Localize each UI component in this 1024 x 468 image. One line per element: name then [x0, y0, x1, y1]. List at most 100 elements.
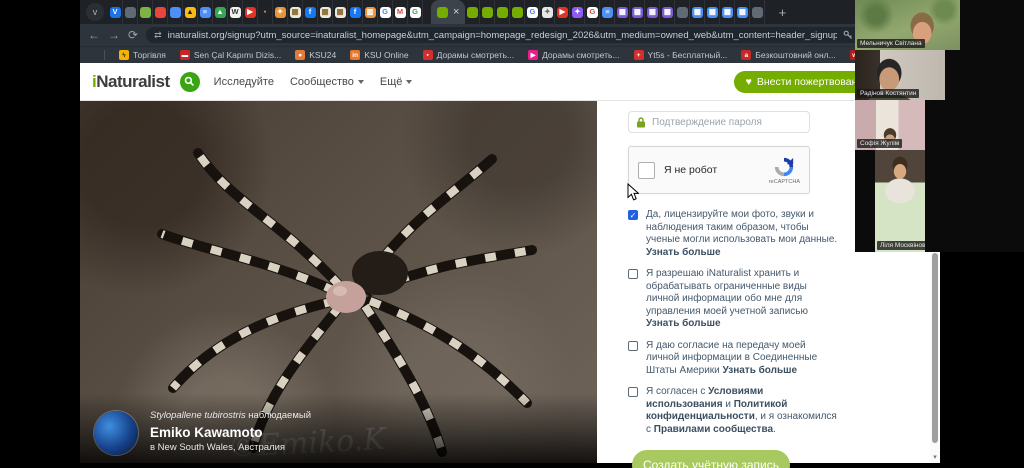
tab-google-docs[interactable]: ≡	[198, 0, 213, 24]
bookmark-torgivlia-icon: ϟ	[119, 50, 129, 60]
bookmark-bezkoshtovnyi-label: Безкоштовний онл...	[755, 50, 835, 60]
tab-google-docs-2[interactable]: ≡	[600, 0, 615, 24]
search-button[interactable]	[180, 72, 200, 92]
bookmark-doramy-2[interactable]: ▶Дорамы смотреть...	[528, 50, 619, 60]
tab-blue-table-4[interactable]: ▦	[735, 0, 750, 24]
bookmark-torgivlia[interactable]: ϟТоргівля	[119, 50, 166, 60]
new-tab-button[interactable]: +	[773, 3, 791, 21]
observer-avatar[interactable]	[94, 411, 138, 455]
participant-video-2[interactable]: Радінов Костянтин	[855, 50, 945, 100]
learn-more-link[interactable]: Узнать больше	[646, 318, 721, 329]
active-tab[interactable]: ×	[431, 0, 465, 24]
tab-globe-3[interactable]	[750, 0, 765, 24]
bookmark-doramy-1-label: Дорамы смотреть...	[437, 50, 514, 60]
heart-icon: ♥	[746, 76, 752, 88]
scrollbar-thumb[interactable]	[932, 253, 938, 443]
scrollbar-down-arrow[interactable]: ▾	[930, 453, 940, 461]
nav-item-0[interactable]: Исследуйте	[214, 76, 274, 88]
tab-youtube-2[interactable]: ▶	[555, 0, 570, 24]
recaptcha-checkbox[interactable]	[638, 162, 655, 179]
consent-checkbox-1[interactable]	[628, 269, 638, 279]
tab-v-service[interactable]: V	[108, 0, 123, 24]
tab-close-icon[interactable]: ×	[453, 7, 459, 18]
tab-blue-table-3[interactable]: ▦	[720, 0, 735, 24]
bookmark-ksu24-icon: ●	[295, 50, 305, 60]
tab-google-4[interactable]: G	[585, 0, 600, 24]
tab-google-3[interactable]: G	[525, 0, 540, 24]
tab-gemini[interactable]: ✦	[570, 0, 585, 24]
learn-more-link[interactable]: Правилами сообщества	[654, 424, 773, 435]
tab-google[interactable]: G	[378, 0, 393, 24]
tab-photos[interactable]	[153, 0, 168, 24]
learn-more-link[interactable]: Узнать больше	[646, 247, 721, 258]
tab-globe-2[interactable]	[675, 0, 690, 24]
passwords-key-icon[interactable]	[843, 30, 853, 40]
tab-inat-bird-2[interactable]	[480, 0, 495, 24]
tab-pinwheel[interactable]: ✦	[273, 0, 288, 24]
tab-purple-grid-2[interactable]: ▦	[630, 0, 645, 24]
consent-checkbox-3[interactable]	[628, 387, 638, 397]
bookmark-bezkoshtovnyi[interactable]: aБезкоштовний онл...	[741, 50, 835, 60]
learn-more-link[interactable]: Узнать больше	[723, 365, 798, 376]
tab-google-drive[interactable]: ▲	[183, 0, 198, 24]
tab-gmail[interactable]: M	[393, 0, 408, 24]
consent-checkbox-0[interactable]: ✓	[628, 210, 638, 220]
tab-facebook[interactable]: f	[303, 0, 318, 24]
bookmark-sen-cal-kapimi[interactable]: ▬Sen Çal Kapımı Dizis...	[180, 50, 281, 60]
tab-inat-bird-3[interactable]	[495, 0, 510, 24]
url-text: inaturalist.org/signup?utm_source=inatur…	[168, 30, 837, 41]
password-confirm-field[interactable]	[628, 111, 810, 133]
consent-text-segment: Да, лицензируйте мои фото, звуки и наблю…	[646, 209, 837, 245]
inaturalist-logo[interactable]: iNaturalist	[92, 72, 170, 92]
tab-classroom-2[interactable]: ▦	[318, 0, 333, 24]
consent-checkbox-2[interactable]	[628, 341, 638, 351]
tab-youtube[interactable]: ▶	[243, 0, 258, 24]
observer-name[interactable]: Emiko Kawamoto	[150, 425, 311, 440]
purple-grid-2-favicon-icon: ▦	[632, 7, 643, 18]
bookmark-ksu24[interactable]: ●KSU24	[295, 50, 336, 60]
tab-globe[interactable]	[123, 0, 138, 24]
site-header: iNaturalist ИсследуйтеСообществоЕщё ♥ Вн…	[80, 63, 940, 101]
tab-classroom[interactable]: ▦	[288, 0, 303, 24]
tab-blue-app[interactable]	[168, 0, 183, 24]
tab-inat-bird[interactable]	[465, 0, 480, 24]
tab-blue-table[interactable]: ▦	[690, 0, 705, 24]
address-bar[interactable]: ⇄ inaturalist.org/signup?utm_source=inat…	[146, 27, 876, 43]
tab-overflow-button[interactable]: v	[86, 3, 104, 21]
tab-shop[interactable]: ▥	[363, 0, 378, 24]
recaptcha-logo-icon	[773, 156, 795, 178]
nav-item-2[interactable]: Ещё	[380, 76, 413, 88]
browser-window: v V▲≡▲W▶▪✦▦f▦▦f▥GMG × G✦▶✦G≡▦▦▦▦▦▦▦▦ + ←…	[80, 0, 940, 463]
reload-icon[interactable]: ⟳	[128, 29, 138, 41]
site-info-icon[interactable]: ⇄	[154, 30, 162, 41]
participant-video-1[interactable]: Мельничук Світлана	[855, 0, 960, 50]
tab-purple-grid[interactable]: ▦	[615, 0, 630, 24]
blue-table-4-favicon-icon: ▦	[737, 7, 748, 18]
participant-video-3[interactable]: Софія Жулім	[855, 100, 925, 150]
bookmark-doramy-1[interactable]: ▪Дорамы смотреть...	[423, 50, 514, 60]
tab-cinema[interactable]: ▪	[258, 0, 273, 24]
species-name[interactable]: Stylopallene tubirostris	[150, 410, 246, 421]
tab-google-drive-2[interactable]: ▲	[213, 0, 228, 24]
participant-video-4[interactable]: Ліля Москвінова	[875, 150, 925, 252]
create-account-button[interactable]: Создать учётную запись	[632, 450, 790, 468]
cinema-favicon-icon: ▪	[260, 7, 271, 18]
tab-purple-grid-4[interactable]: ▦	[660, 0, 675, 24]
tab-plant-site[interactable]	[138, 0, 153, 24]
tab-settings[interactable]: ✦	[540, 0, 555, 24]
tab-purple-grid-3[interactable]: ▦	[645, 0, 660, 24]
globe-2-favicon-icon	[677, 7, 688, 18]
nav-item-1[interactable]: Сообщество	[290, 76, 364, 88]
tab-blue-table-2[interactable]: ▦	[705, 0, 720, 24]
pinned-tabs-left: V▲≡▲W▶▪✦▦f▦▦f▥GMG	[108, 0, 423, 24]
tab-inat-bird-4[interactable]	[510, 0, 525, 24]
back-icon[interactable]: ←	[88, 29, 100, 41]
tab-classroom-3[interactable]: ▦	[333, 0, 348, 24]
bookmark-yt5s[interactable]: +Yt5s - Бесплатный...	[634, 50, 728, 60]
forward-icon[interactable]: →	[108, 29, 120, 41]
tab-google-2[interactable]: G	[408, 0, 423, 24]
tab-facebook-2[interactable]: f	[348, 0, 363, 24]
tab-word[interactable]: W	[228, 0, 243, 24]
bookmark-ksu-online[interactable]: inKSU Online	[350, 50, 408, 60]
password-confirm-input[interactable]	[652, 117, 802, 128]
